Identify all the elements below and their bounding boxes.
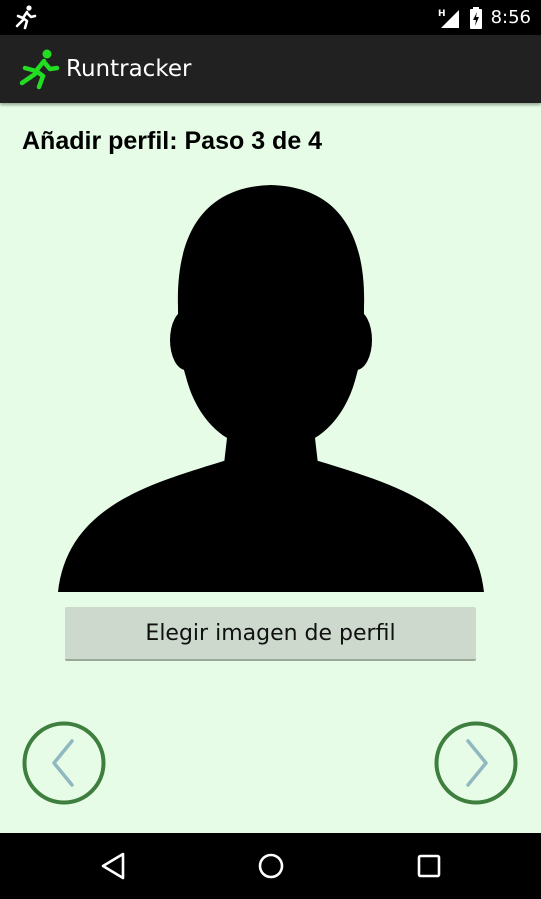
system-nav-bar (0, 833, 541, 899)
chevron-right-icon (466, 739, 488, 787)
recents-icon[interactable] (409, 846, 449, 886)
status-bar: H 8:56 (0, 0, 541, 35)
battery-charging-icon (469, 6, 482, 29)
signal-icon: H (438, 9, 459, 28)
next-step-button[interactable] (434, 721, 518, 805)
app-title: Runtracker (66, 56, 192, 82)
status-time: 8:56 (490, 7, 531, 28)
network-type-label: H (438, 9, 446, 19)
page-title: Añadir perfil: Paso 3 de 4 (22, 127, 323, 155)
previous-step-button[interactable] (22, 721, 106, 805)
chevron-left-icon (52, 739, 74, 787)
running-man-logo-icon (19, 49, 60, 90)
choose-profile-image-button[interactable]: Elegir imagen de perfil (65, 607, 476, 661)
running-man-icon (15, 5, 37, 30)
home-icon[interactable] (251, 846, 291, 886)
person-silhouette-icon (58, 185, 484, 592)
back-icon[interactable] (93, 846, 133, 886)
status-icons: H 8:56 (437, 0, 531, 35)
app-bar: Runtracker (0, 35, 541, 103)
